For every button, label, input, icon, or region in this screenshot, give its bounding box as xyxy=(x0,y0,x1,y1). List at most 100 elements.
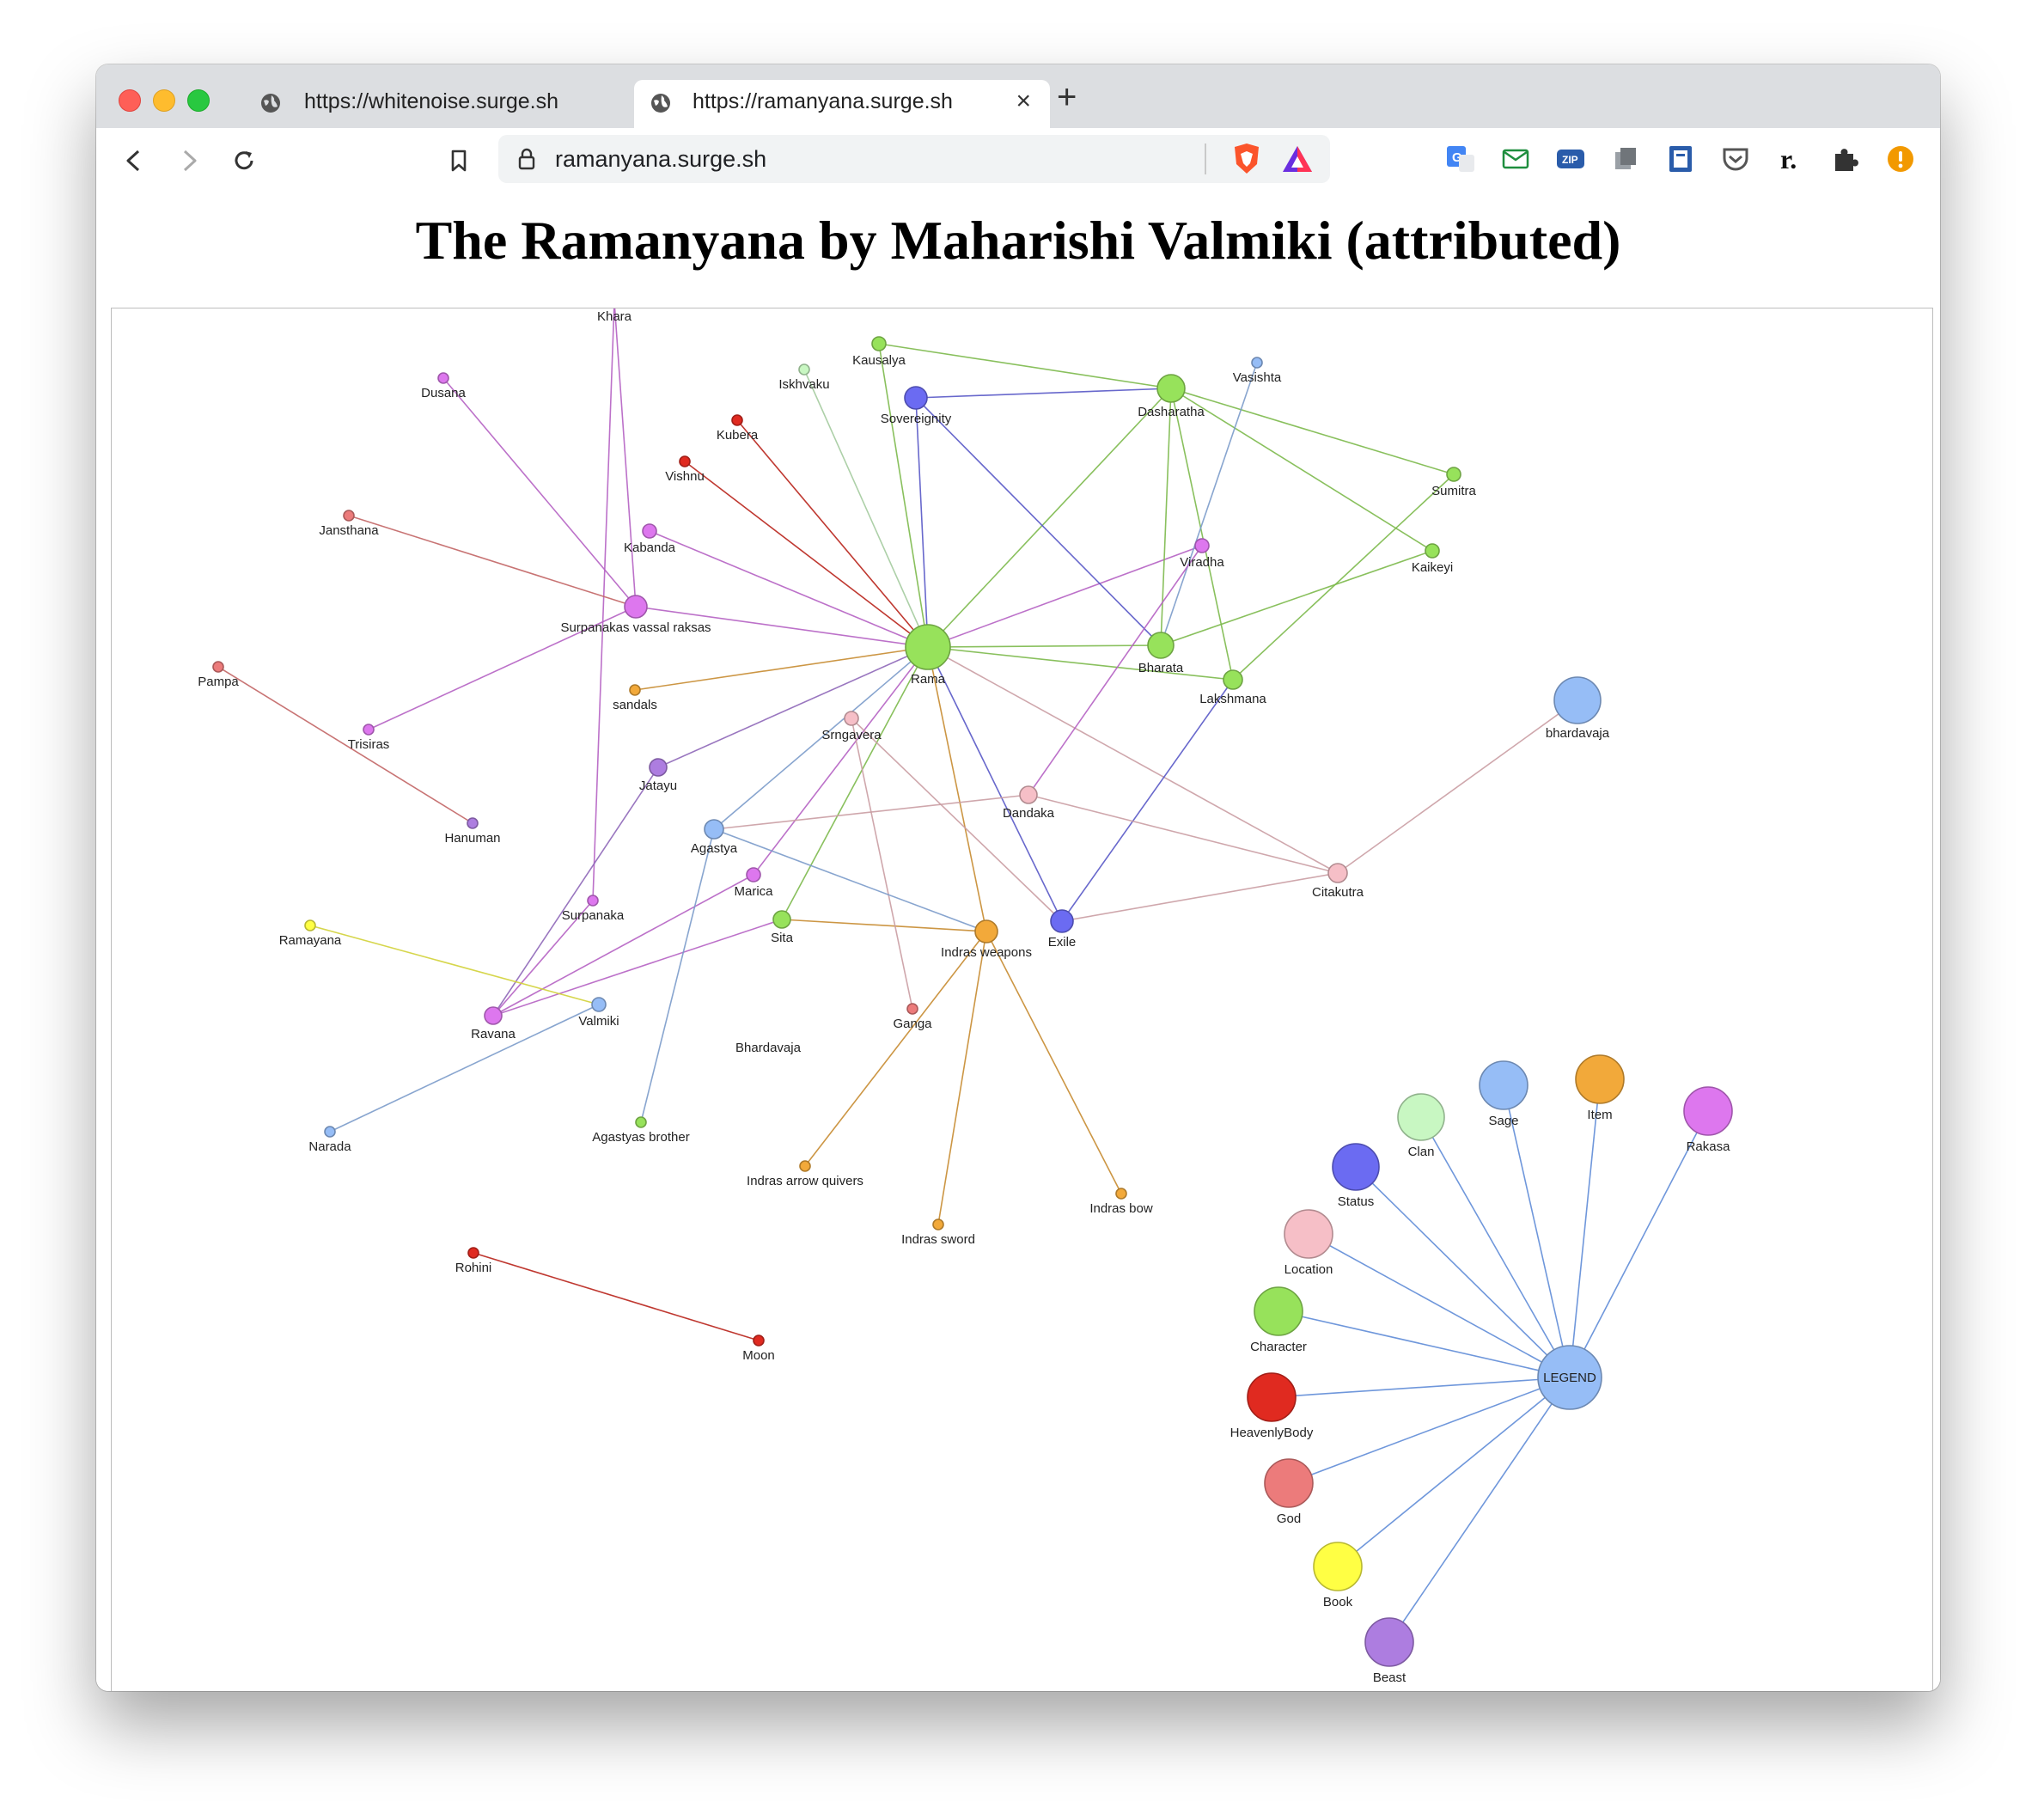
node-exile[interactable]: Exile xyxy=(1048,909,1077,950)
node-vishnu-circle[interactable] xyxy=(679,455,691,467)
legend-item-book-circle[interactable] xyxy=(1313,1542,1363,1591)
tab-ramanyana[interactable]: https://ramanyana.surge.sh × xyxy=(634,80,1050,128)
node-valmiki-circle[interactable] xyxy=(591,997,607,1012)
bookmark-icon[interactable] xyxy=(445,147,473,174)
node-bharata[interactable]: Bharata xyxy=(1138,632,1184,675)
node-surpanaka-circle[interactable] xyxy=(587,895,599,907)
node-lakshmana[interactable]: Lakshmana xyxy=(1199,669,1266,706)
legend-item-rakasa[interactable]: Rakasa xyxy=(1683,1086,1733,1154)
node-bhardavaja[interactable]: bhardavaja xyxy=(1546,676,1610,741)
node-trisiras[interactable]: Trisiras xyxy=(348,724,390,752)
node-indras-sword-circle[interactable] xyxy=(932,1218,944,1231)
legend-item-heavenlybody[interactable]: HeavenlyBody xyxy=(1230,1372,1314,1440)
legend-item-clan-circle[interactable] xyxy=(1397,1093,1445,1141)
legend-item-status[interactable]: Status xyxy=(1332,1143,1380,1209)
node-kaikeyi[interactable]: Kaikeyi xyxy=(1412,543,1453,575)
node-exile-circle[interactable] xyxy=(1050,909,1074,933)
node-indras-weapons[interactable]: Indras weapons xyxy=(941,919,1032,960)
node-jansthana-circle[interactable] xyxy=(343,510,355,522)
alert-icon[interactable] xyxy=(1885,144,1916,174)
node-dasharatha-circle[interactable] xyxy=(1156,374,1186,403)
node-ganga[interactable]: Ganga xyxy=(893,1003,932,1031)
node-sita-circle[interactable] xyxy=(772,910,791,929)
legend-item-clan[interactable]: Clan xyxy=(1397,1093,1445,1159)
node-viradha-circle[interactable] xyxy=(1194,538,1210,553)
legend-item-rakasa-circle[interactable] xyxy=(1683,1086,1733,1136)
node-iskhvaku[interactable]: Iskhvaku xyxy=(778,363,830,392)
node-indras-arrow-quivers-circle[interactable] xyxy=(799,1160,811,1172)
node-ravana[interactable]: Ravana xyxy=(471,1006,516,1041)
node-srngavera[interactable]: Srngavera xyxy=(821,711,882,742)
node-dusana-circle[interactable] xyxy=(437,372,449,384)
node-khara[interactable]: Khara xyxy=(597,308,632,324)
copy-icon[interactable] xyxy=(1610,144,1641,174)
node-moon[interactable]: Moon xyxy=(742,1334,775,1363)
node-moon-circle[interactable] xyxy=(753,1334,765,1347)
node-indras-arrow-quivers[interactable]: Indras arrow quivers xyxy=(747,1160,863,1188)
node-rohini[interactable]: Rohini xyxy=(455,1247,492,1275)
translate-icon[interactable]: G xyxy=(1445,144,1476,174)
node-bhardavaja-circle[interactable] xyxy=(1553,676,1602,724)
node-hanuman-circle[interactable] xyxy=(467,817,479,829)
node-hanuman[interactable]: Hanuman xyxy=(444,817,501,846)
node-lakshmana-circle[interactable] xyxy=(1223,669,1243,690)
node-sandals[interactable]: sandals xyxy=(613,684,657,712)
node-rohini-circle[interactable] xyxy=(467,1247,479,1259)
node-indras-sword[interactable]: Indras sword xyxy=(901,1218,975,1247)
node-dandaka-circle[interactable] xyxy=(1019,785,1038,804)
node-narada-circle[interactable] xyxy=(324,1126,336,1138)
legend-item-book[interactable]: Book xyxy=(1313,1542,1363,1609)
node-surpanakas-vassal-raksas[interactable]: Surpanakas vassal raksas xyxy=(560,595,711,635)
node-indras-bow[interactable]: Indras bow xyxy=(1089,1188,1153,1216)
node-dusana[interactable]: Dusana xyxy=(421,372,467,400)
minimize-window-button[interactable] xyxy=(153,89,175,112)
new-tab-button[interactable]: + xyxy=(1057,80,1077,114)
node-ramayana[interactable]: Ramayana xyxy=(279,919,342,948)
node-valmiki[interactable]: Valmiki xyxy=(578,997,619,1029)
node-jatayu-circle[interactable] xyxy=(649,758,668,777)
node-indras-weapons-circle[interactable] xyxy=(974,919,998,944)
node-kausalya[interactable]: Kausalya xyxy=(852,336,906,368)
node-kausalya-circle[interactable] xyxy=(871,336,887,351)
node-bhardavaja[interactable]: Bhardavaja xyxy=(735,1041,802,1055)
legend-item-location-circle[interactable] xyxy=(1284,1209,1333,1259)
node-kabanda-circle[interactable] xyxy=(642,523,657,539)
mail-icon[interactable] xyxy=(1500,144,1531,174)
node-rama-circle[interactable] xyxy=(905,624,951,670)
legend-item-beast[interactable]: Beast xyxy=(1364,1617,1414,1685)
node-pampa-circle[interactable] xyxy=(212,661,224,673)
node-vishnu[interactable]: Vishnu xyxy=(665,455,705,484)
legend-item-character[interactable]: Character xyxy=(1250,1286,1307,1354)
legend-item-item[interactable]: Item xyxy=(1575,1054,1625,1122)
zip-icon[interactable]: ZIP xyxy=(1555,144,1586,174)
node-ganga-circle[interactable] xyxy=(906,1003,918,1015)
node-viradha[interactable]: Viradha xyxy=(1180,538,1224,570)
close-window-button[interactable] xyxy=(119,89,141,112)
node-agastyas-brother[interactable]: Agastyas brother xyxy=(592,1116,690,1145)
forward-icon[interactable] xyxy=(175,147,203,174)
node-surpanakas-vassal-raksas-circle[interactable] xyxy=(624,595,648,619)
node-iskhvaku-circle[interactable] xyxy=(798,363,810,376)
node-bharata-circle[interactable] xyxy=(1147,632,1175,659)
node-kubera[interactable]: Kubera xyxy=(717,414,759,443)
node-sita[interactable]: Sita xyxy=(771,910,794,945)
brave-rewards-icon[interactable] xyxy=(1280,144,1315,174)
node-pampa[interactable]: Pampa xyxy=(198,661,239,689)
node-sovereignity[interactable]: Sovereignity xyxy=(881,386,952,426)
reader-icon[interactable] xyxy=(1665,144,1696,174)
node-dandaka[interactable]: Dandaka xyxy=(1003,785,1055,821)
node-trisiras-circle[interactable] xyxy=(363,724,375,736)
node-marica-circle[interactable] xyxy=(746,867,761,883)
node-sovereignity-circle[interactable] xyxy=(904,386,928,410)
node-rama[interactable]: Rama xyxy=(905,624,951,687)
node-agastya[interactable]: Agastya xyxy=(691,819,738,856)
node-indras-bow-circle[interactable] xyxy=(1115,1188,1127,1200)
legend-item-god-circle[interactable] xyxy=(1264,1458,1314,1508)
node-jansthana[interactable]: Jansthana xyxy=(319,510,379,538)
legend-item-god[interactable]: God xyxy=(1264,1458,1314,1526)
node-kaikeyi-circle[interactable] xyxy=(1425,543,1440,559)
maximize-window-button[interactable] xyxy=(187,89,210,112)
node-narada[interactable]: Narada xyxy=(308,1126,351,1154)
legend-item-item-circle[interactable] xyxy=(1575,1054,1625,1104)
legend-item-location[interactable]: Location xyxy=(1284,1209,1333,1277)
